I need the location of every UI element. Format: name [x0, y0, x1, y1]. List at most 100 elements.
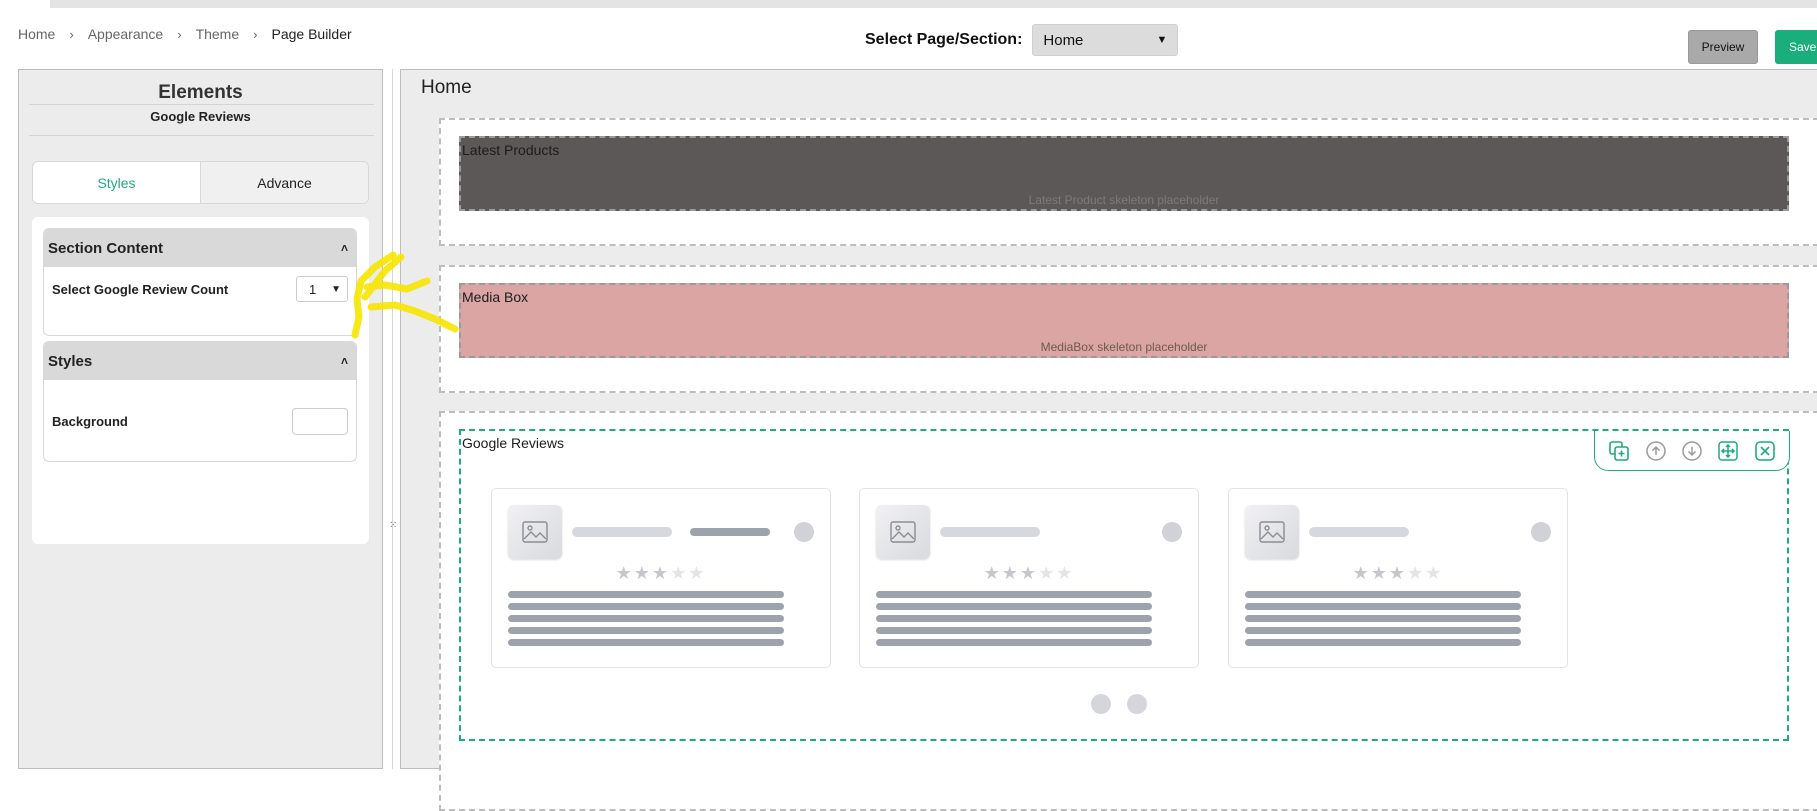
date-skeleton	[690, 528, 770, 536]
review-count-select[interactable]: 1 ▼	[296, 276, 348, 302]
divider	[29, 135, 374, 136]
close-icon[interactable]	[1754, 440, 1776, 462]
star-icon: ★	[1019, 563, 1039, 583]
text-line	[508, 639, 784, 646]
carousel-dot[interactable]	[1091, 694, 1111, 714]
text-skeleton	[876, 591, 1152, 651]
block-label: Media Box	[462, 289, 529, 305]
text-line	[876, 603, 1152, 610]
name-skeleton	[572, 527, 672, 537]
logo-skeleton	[794, 522, 814, 542]
image-placeholder-icon	[876, 505, 930, 559]
breadcrumb-theme[interactable]: Theme	[196, 26, 240, 42]
star-icon: ★	[1001, 563, 1020, 583]
text-skeleton	[1245, 591, 1521, 651]
resize-handle-icon[interactable]: ⁙	[389, 521, 397, 536]
star-icon: ★	[651, 563, 671, 583]
star-icon: ★	[1388, 563, 1408, 583]
chevron-down-icon: ▼	[1156, 34, 1168, 46]
text-line	[876, 627, 1152, 634]
text-line	[1245, 615, 1521, 622]
accordion-title: Section Content	[48, 239, 163, 257]
page-select-dropdown[interactable]: Home ▼	[1032, 24, 1179, 56]
carousel-dot[interactable]	[1127, 694, 1147, 714]
media-box-block[interactable]: Media Box MediaBox skeleton placeholder	[459, 283, 1789, 358]
block-placeholder: Latest Product skeleton placeholder	[1028, 193, 1220, 207]
top-strip	[0, 0, 1817, 8]
drag-move-icon[interactable]	[1717, 440, 1739, 462]
image-placeholder-icon	[1245, 505, 1299, 559]
top-tab[interactable]	[0, 0, 50, 8]
text-line	[508, 591, 784, 598]
text-line	[508, 603, 784, 610]
text-line	[508, 615, 784, 622]
canvas-title: Home	[421, 77, 472, 98]
image-placeholder-icon	[508, 505, 562, 559]
page-select-value: Home	[1043, 31, 1084, 49]
panel-subtitle: Google Reviews	[150, 109, 251, 124]
star-icon: ★	[615, 563, 634, 583]
google-reviews-block[interactable]: Google Reviews ★★★★★ ★★★★★ ★★★★★	[459, 429, 1790, 741]
move-down-icon[interactable]	[1681, 440, 1703, 462]
background-row: Background	[52, 408, 348, 435]
page-select-label: Select Page/Section:	[865, 31, 1023, 48]
breadcrumb-page-builder: Page Builder	[271, 26, 352, 42]
breadcrumb-appearance[interactable]: Appearance	[88, 26, 164, 42]
star-icon: ★	[688, 563, 707, 583]
star-icon: ★	[1038, 563, 1057, 583]
star-icon: ★	[1370, 563, 1389, 583]
chevron-right-icon: ›	[253, 26, 258, 42]
accordion-title: Styles	[48, 352, 93, 370]
background-color-picker[interactable]	[292, 408, 348, 435]
preview-button[interactable]: Preview	[1688, 30, 1758, 64]
name-skeleton	[940, 527, 1040, 537]
review-count-value: 1	[309, 281, 317, 297]
star-icon: ★	[983, 563, 1002, 583]
rating-stars: ★★★★★	[1229, 563, 1567, 584]
styles-header[interactable]: Styles ˄	[44, 342, 356, 380]
builder-canvas: Home Latest Products Latest Product skel…	[400, 69, 1817, 811]
panel-title: Elements	[158, 82, 243, 103]
block-label: Google Reviews	[462, 435, 564, 451]
text-line	[1245, 591, 1521, 598]
yellow-annotation-arrow	[351, 251, 459, 339]
star-icon: ★	[633, 563, 652, 583]
elements-panel: Elements Google Reviews Styles Advance S…	[18, 69, 383, 769]
move-up-icon[interactable]	[1645, 440, 1667, 462]
star-icon: ★	[1425, 563, 1444, 583]
text-line	[1245, 627, 1521, 634]
breadcrumb-home[interactable]: Home	[18, 26, 55, 42]
divider	[29, 104, 374, 105]
star-icon: ★	[1407, 563, 1426, 583]
duplicate-icon[interactable]	[1608, 440, 1630, 462]
logo-skeleton	[1531, 522, 1551, 542]
review-count-row: Select Google Review Count 1 ▼	[52, 276, 348, 302]
chevron-right-icon: ›	[69, 26, 74, 42]
save-button[interactable]: Save	[1775, 30, 1817, 64]
chevron-down-icon: ▼	[331, 283, 341, 295]
block-placeholder: MediaBox skeleton placeholder	[1040, 340, 1208, 354]
star-icon: ★	[670, 563, 689, 583]
text-line	[1245, 639, 1521, 646]
review-count-label: Select Google Review Count	[52, 281, 229, 297]
name-skeleton	[1309, 527, 1409, 537]
settings-card: Section Content ˄ Select Google Review C…	[32, 217, 369, 544]
block-toolbar	[1594, 431, 1790, 471]
review-card: ★★★★★	[491, 488, 831, 668]
tab-styles[interactable]: Styles	[33, 162, 201, 203]
tab-advance[interactable]: Advance	[201, 162, 368, 203]
section-google-reviews[interactable]: Google Reviews ★★★★★ ★★★★★ ★★★★★	[439, 411, 1817, 811]
latest-products-block[interactable]: Latest Products Latest Product skeleton …	[459, 136, 1789, 211]
panel-tabs: Styles Advance	[32, 161, 369, 204]
section-latest-products[interactable]: Latest Products Latest Product skeleton …	[439, 118, 1817, 246]
carousel-dots	[1091, 694, 1147, 714]
section-content-header[interactable]: Section Content ˄	[44, 229, 356, 267]
star-icon: ★	[1056, 563, 1075, 583]
review-card: ★★★★★	[859, 488, 1199, 668]
page-select-group: Select Page/Section: Home ▼	[865, 24, 1179, 56]
chevron-right-icon: ›	[177, 26, 182, 42]
text-line	[1245, 603, 1521, 610]
breadcrumb: Home › Appearance › Theme › Page Builder	[18, 26, 352, 42]
section-media-box[interactable]: Media Box MediaBox skeleton placeholder	[439, 265, 1817, 393]
rating-stars: ★★★★★	[492, 563, 830, 584]
